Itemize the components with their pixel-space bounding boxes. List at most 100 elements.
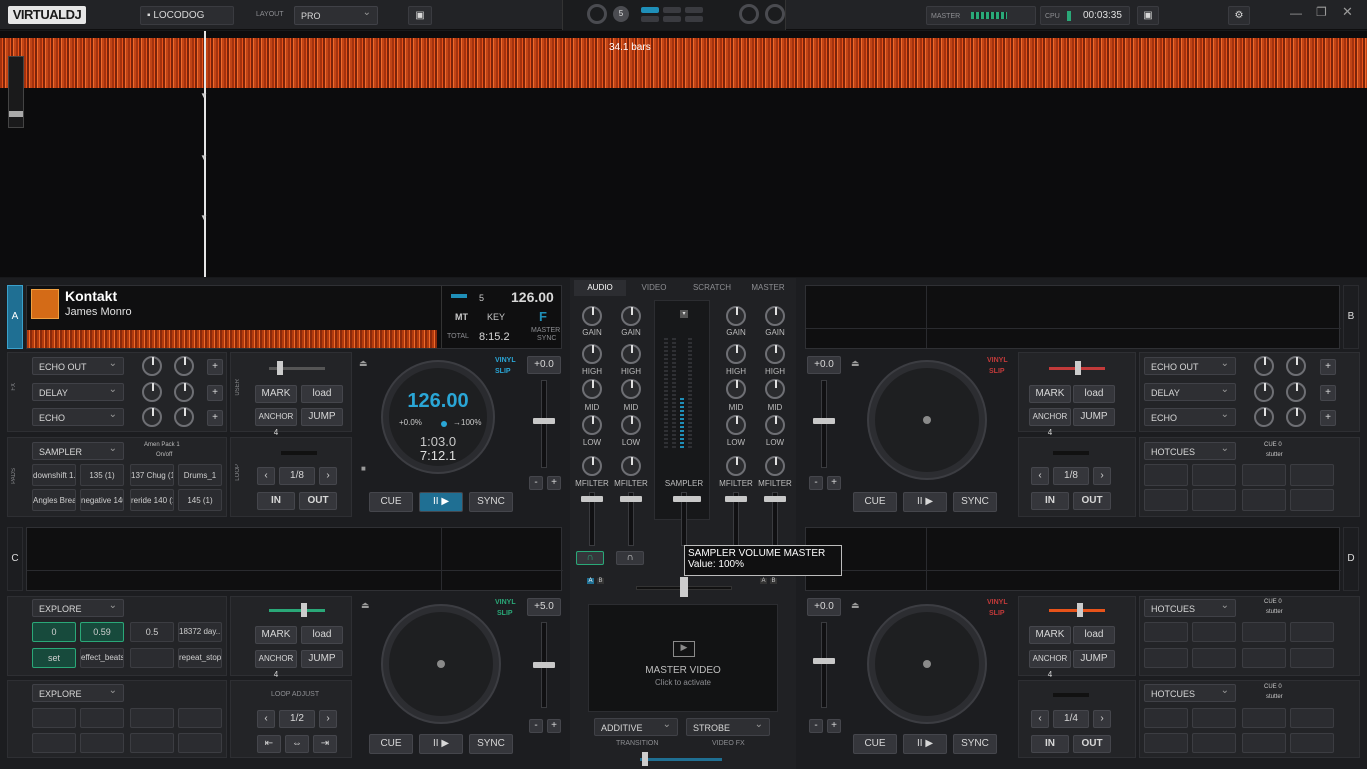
fx-knob[interactable] (1254, 382, 1274, 402)
low-eq-knob[interactable] (621, 415, 641, 435)
eject-icon[interactable]: ⏏ (359, 358, 368, 369)
pitch-minus[interactable]: - (809, 476, 823, 490)
user-slider-handle[interactable] (1075, 361, 1081, 375)
vinyl-toggle[interactable]: VINYL (987, 357, 1008, 364)
low-eq-knob[interactable] (726, 415, 746, 435)
pad[interactable] (1242, 708, 1286, 728)
close-icon[interactable]: ✕ (1342, 4, 1353, 20)
mt-label[interactable]: MT (455, 312, 468, 322)
pad[interactable]: downshift 1... (32, 464, 76, 486)
channel-fader-handle[interactable] (764, 496, 786, 502)
pad[interactable] (1290, 489, 1334, 511)
pads-mode-dropdown[interactable]: HOTCUES (1144, 440, 1236, 460)
gain-knob[interactable] (765, 306, 785, 326)
fx-knob[interactable] (1254, 407, 1274, 427)
pad[interactable] (1242, 464, 1286, 486)
jog-wheel[interactable] (869, 606, 985, 722)
loop-in-button[interactable]: IN (257, 492, 295, 510)
fx-knob[interactable] (174, 407, 194, 427)
fx-param[interactable]: repeat_stop (178, 648, 222, 668)
fx-knob[interactable] (142, 356, 162, 376)
deck-b-selector[interactable]: B (1343, 285, 1359, 349)
anchor-button[interactable]: ANCHOR 4 (255, 650, 297, 679)
loop-double-icon[interactable]: › (1093, 467, 1111, 485)
deck-knob-icon[interactable] (739, 4, 759, 24)
pad[interactable] (1290, 708, 1334, 728)
cube-icon[interactable]: ▣ (408, 6, 432, 25)
filter-knob[interactable] (726, 456, 746, 476)
fx-knob[interactable] (1254, 356, 1274, 376)
pad[interactable] (130, 708, 174, 728)
tab-video[interactable]: VIDEO (628, 280, 680, 296)
fx-mode-dropdown[interactable]: EXPLORE (32, 597, 124, 617)
jog-wheel[interactable] (869, 362, 985, 478)
pitch-plus[interactable]: + (827, 719, 841, 733)
pad[interactable] (1192, 464, 1236, 486)
pad[interactable] (1144, 708, 1188, 728)
sync-button[interactable]: SYNC (953, 734, 997, 754)
pad[interactable]: reride 140 (1) (130, 489, 174, 511)
pad[interactable] (32, 708, 76, 728)
pad[interactable]: 137 Chug (1) (130, 464, 174, 486)
anchor-button[interactable]: ANCHOR 4 (1029, 650, 1071, 679)
eject-icon[interactable]: ⏏ (851, 358, 860, 369)
deck-d-selector[interactable]: D (1343, 527, 1359, 591)
loop-in-button[interactable]: IN (1031, 492, 1069, 510)
fx-param[interactable]: 0.5 (130, 622, 174, 642)
stop-icon[interactable]: ■ (361, 464, 366, 473)
pitch-minus[interactable]: - (529, 719, 543, 733)
channel-fader-handle[interactable] (620, 496, 642, 502)
deck-knob-icon[interactable] (765, 4, 785, 24)
video-crossfader[interactable] (640, 758, 722, 761)
video-crossfader-handle[interactable] (642, 752, 648, 766)
load-button[interactable]: load (301, 385, 343, 403)
loop-size[interactable]: 1/8 (1053, 467, 1089, 485)
fx-slot-3-dropdown[interactable]: ECHO (32, 406, 124, 426)
loop-out-button[interactable]: OUT (1073, 492, 1111, 510)
fx-param[interactable]: 18372 day... (178, 622, 222, 642)
videofx-dropdown[interactable]: STROBE (686, 716, 770, 736)
pads-mode-dropdown[interactable]: HOTCUES (1144, 682, 1236, 702)
key-label[interactable]: KEY (487, 312, 505, 322)
sync-button[interactable]: SYNC (953, 492, 997, 512)
fx-add-icon[interactable]: + (1320, 385, 1336, 401)
loop-back-icon[interactable]: ⇤ (257, 735, 281, 753)
loop-forward-icon[interactable]: ⇥ (313, 735, 337, 753)
sync-button[interactable]: SYNC (469, 492, 513, 512)
high-eq-knob[interactable] (726, 344, 746, 364)
cue-selector[interactable]: CUE 0 (1264, 684, 1282, 690)
pitch-fader-handle[interactable] (813, 658, 835, 664)
pad[interactable] (1290, 622, 1334, 642)
pad[interactable] (1192, 622, 1236, 642)
load-button[interactable]: load (1073, 626, 1115, 644)
master-video-panel[interactable]: ▶ MASTER VIDEO Click to activate (588, 604, 778, 712)
mid-eq-knob[interactable] (765, 379, 785, 399)
load-button[interactable]: load (1073, 385, 1115, 403)
user-slider[interactable] (269, 609, 325, 612)
high-eq-knob[interactable] (765, 344, 785, 364)
loop-size[interactable]: 1/8 (279, 467, 315, 485)
pitch-fader[interactable] (821, 380, 827, 468)
pad[interactable] (80, 733, 124, 753)
waveform-area[interactable]: ▼ ▼ ▼ 34.1 bars (0, 31, 1367, 277)
onoff-label[interactable]: On/off (156, 452, 172, 458)
loop-halve-icon[interactable]: ‹ (257, 467, 275, 485)
master-sync-label[interactable]: MASTER (531, 327, 560, 334)
pad[interactable] (178, 733, 222, 753)
pad[interactable]: 145 (1) (178, 489, 222, 511)
pad[interactable] (1144, 648, 1188, 668)
pad[interactable] (1192, 489, 1236, 511)
jump-button[interactable]: JUMP (1073, 650, 1115, 668)
fx-knob[interactable] (1286, 382, 1306, 402)
fx-knob[interactable] (1286, 356, 1306, 376)
layout-dropdown[interactable]: PRO (294, 4, 378, 25)
vinyl-toggle[interactable]: VINYL (495, 599, 516, 606)
jog-wheel[interactable]: 126.00 +0.0% →100% 1:03.0 7:12.1 (383, 362, 493, 472)
crossfader-handle[interactable] (680, 577, 688, 597)
channel-fader-handle[interactable] (725, 496, 747, 502)
track-overview-waveform[interactable] (27, 330, 437, 348)
pitch-fader-handle[interactable] (533, 418, 555, 424)
pad[interactable]: Angles Break (32, 489, 76, 511)
crossfader-assign-a[interactable]: A (760, 578, 767, 584)
fx-knob[interactable] (1286, 407, 1306, 427)
